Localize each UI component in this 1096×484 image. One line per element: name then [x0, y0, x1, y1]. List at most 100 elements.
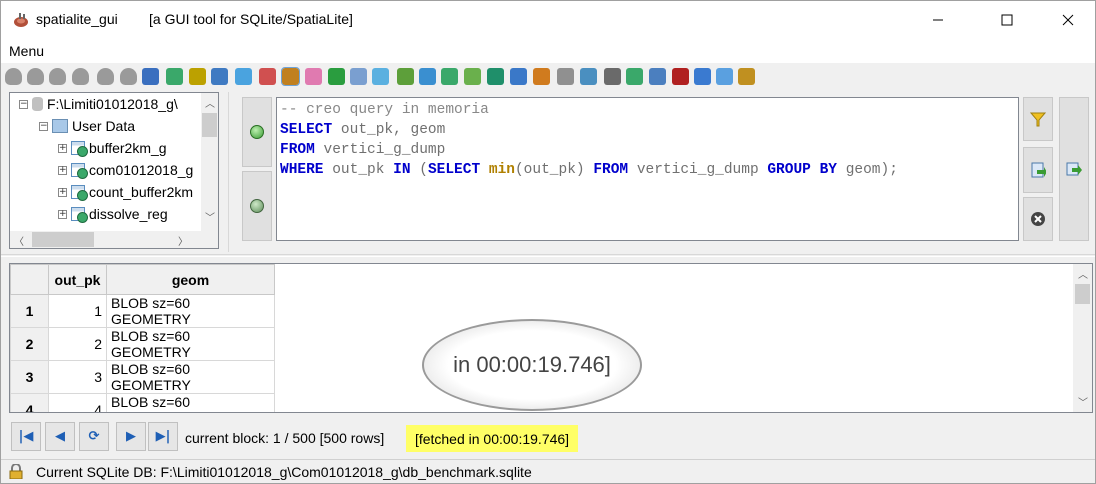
clear-sql-button[interactable] [1023, 197, 1053, 241]
column-header[interactable]: geom [106, 264, 275, 295]
sanitize-icon[interactable] [487, 68, 504, 85]
geo-table-icon [71, 163, 88, 179]
disconnect-icon[interactable] [72, 68, 89, 85]
minimize-button[interactable] [915, 1, 961, 39]
map-icon[interactable] [626, 68, 643, 85]
table-row[interactable]: 2 2 BLOB sz=60 GEOMETRY [10, 327, 275, 361]
load-sql-button[interactable] [1023, 147, 1053, 193]
sql-editor[interactable]: -- creo query in memoria SELECT out_pk, … [276, 97, 1019, 241]
vacuum-icon[interactable] [120, 68, 137, 85]
cell-geom[interactable]: BLOB sz=60 GEOMETRY [106, 360, 275, 394]
tree-vertical-scrollbar[interactable]: ︿ ﹀ [201, 93, 218, 231]
row-header[interactable]: 3 [10, 360, 49, 394]
gpkg-icon[interactable] [372, 68, 389, 85]
virtual-shp-icon[interactable] [281, 67, 300, 86]
network-icon[interactable] [328, 68, 345, 85]
close-button[interactable] [1045, 1, 1091, 39]
grid-corner[interactable] [10, 264, 49, 295]
load-shp-icon[interactable] [189, 68, 206, 85]
spatial-index-icon[interactable] [441, 68, 458, 85]
menu-item-menu[interactable]: Menu [9, 43, 44, 59]
tree-root-db[interactable]: − F:\Limiti01012018_g\ [19, 93, 178, 115]
previous-block-button[interactable]: ◀ [45, 422, 75, 451]
tree-table-item[interactable]: + dissolve_reg [58, 203, 168, 225]
first-block-button[interactable]: |◀ [11, 422, 41, 451]
dump-icon[interactable] [510, 68, 527, 85]
refresh-button[interactable]: ⟳ [79, 422, 109, 451]
first-icon: |◀ [18, 429, 34, 444]
collapse-icon[interactable]: − [39, 121, 48, 131]
scroll-left-icon[interactable]: 〈 [14, 233, 24, 248]
cell-out-pk[interactable]: 2 [48, 327, 107, 361]
scroll-down-icon[interactable]: ﹀ [205, 209, 215, 224]
logo-icon[interactable] [716, 68, 733, 85]
execute-query-button[interactable] [242, 97, 272, 167]
table-row[interactable]: 44BLOB sz=60 GEOMETRY [10, 393, 275, 412]
tree-horizontal-scrollbar[interactable]: 〈 〉 [10, 231, 218, 248]
virtual-csv-icon[interactable] [305, 68, 322, 85]
callout-text: in 00:00:19.746] [453, 352, 611, 377]
results-navigation-bar: |◀ ◀ ⟳ ▶ ▶| current block: 1 / 500 [500 … [9, 419, 1093, 457]
wfs-icon[interactable] [211, 68, 228, 85]
maximize-button[interactable] [984, 1, 1030, 39]
tree-table-item[interactable]: + com01012018_g [58, 159, 193, 181]
exit-icon[interactable] [738, 68, 755, 85]
save-mem-icon[interactable] [97, 68, 114, 85]
cell-geom[interactable]: BLOB sz=60 GEOMETRY [106, 393, 275, 412]
cell-out-pk[interactable]: 3 [48, 360, 107, 394]
scroll-thumb[interactable] [1075, 284, 1090, 304]
filter-button[interactable] [1023, 97, 1053, 141]
tree-user-data[interactable]: − User Data [39, 115, 135, 137]
scroll-thumb[interactable] [202, 113, 217, 137]
cell-out-pk[interactable]: 1 [48, 294, 107, 328]
load-dbf-icon[interactable] [235, 68, 252, 85]
row-header[interactable]: 2 [10, 327, 49, 361]
save-sql-button[interactable] [1059, 97, 1089, 241]
cell-geom[interactable]: BLOB sz=60 GEOMETRY [106, 327, 275, 361]
sql-log-icon[interactable] [672, 68, 689, 85]
table-row[interactable]: 1 1 BLOB sz=60 GEOMETRY [10, 294, 275, 328]
row-header[interactable]: 4 [10, 393, 49, 412]
wms-icon[interactable] [580, 68, 597, 85]
cell-out-pk[interactable]: 4 [48, 393, 107, 412]
scroll-up-icon[interactable]: ︿ [205, 95, 215, 110]
connect-new-icon[interactable] [27, 68, 44, 85]
about-icon[interactable] [694, 68, 711, 85]
expand-icon[interactable]: + [58, 209, 67, 219]
cell-geom[interactable]: BLOB sz=60 GEOMETRY [106, 294, 275, 328]
results-vertical-scrollbar[interactable]: ︿ ﹀ [1073, 264, 1092, 412]
scroll-down-icon[interactable]: ﹀ [1078, 394, 1088, 409]
query-composer-icon[interactable] [419, 68, 436, 85]
svg-icon[interactable] [604, 68, 621, 85]
expand-icon[interactable]: + [58, 187, 67, 197]
window-title-description: [a GUI tool for SQLite/SpatiaLite] [149, 11, 353, 27]
tree-table-item[interactable]: + count_buffer2km [58, 181, 193, 203]
help-icon[interactable] [649, 68, 666, 85]
connect-icon[interactable] [5, 68, 22, 85]
check-geom-icon[interactable] [464, 68, 481, 85]
sql-script-icon[interactable] [166, 68, 183, 85]
exif-icon[interactable] [350, 68, 367, 85]
attach-icon[interactable] [142, 68, 159, 85]
next-block-button[interactable]: ▶ [116, 422, 146, 451]
scroll-thumb[interactable] [32, 232, 94, 247]
splitter-horizontal[interactable] [1, 254, 1095, 257]
charset-icon[interactable] [557, 68, 574, 85]
table-row[interactable]: 3 3 BLOB sz=60 GEOMETRY [10, 360, 275, 394]
tree-table-item[interactable]: + buffer2km_g [58, 137, 167, 159]
scroll-up-icon[interactable]: ︿ [1078, 266, 1088, 281]
export-icon[interactable] [533, 68, 550, 85]
load-xml-icon[interactable] [397, 68, 414, 85]
query-history-button[interactable] [242, 171, 272, 241]
load-xl-icon[interactable] [259, 68, 276, 85]
db-tree-panel[interactable]: − F:\Limiti01012018_g\ − User Data + buf… [9, 92, 219, 249]
column-header[interactable]: out_pk [48, 264, 107, 295]
last-block-button[interactable]: ▶| [148, 422, 178, 451]
expand-icon[interactable]: + [58, 143, 67, 153]
expand-icon[interactable]: + [58, 165, 67, 175]
collapse-icon[interactable]: − [19, 99, 28, 109]
connect-mem-icon[interactable] [49, 68, 66, 85]
scroll-right-icon[interactable]: 〉 [178, 233, 188, 248]
splitter-vertical[interactable] [228, 92, 231, 252]
row-header[interactable]: 1 [10, 294, 49, 328]
